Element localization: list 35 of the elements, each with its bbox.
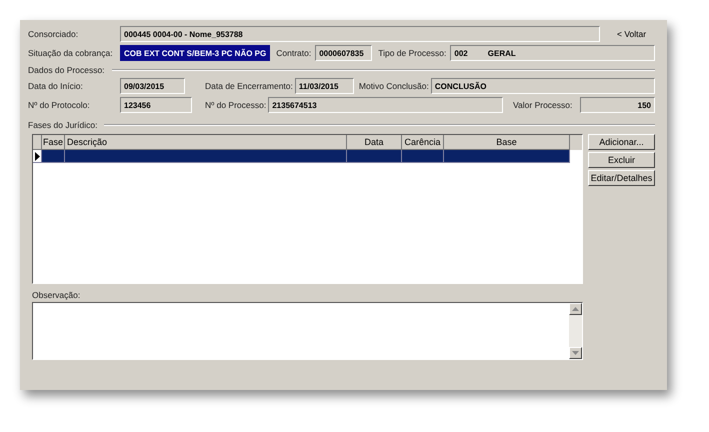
text-field[interactable]: COB EXT CONT S/BEM-3 PC NÃO PG — [120, 45, 270, 61]
data-grid[interactable]: Fase Descrição Data Carência Base — [32, 134, 583, 284]
scrollbar[interactable] — [569, 303, 582, 359]
section-label: Dados do Processo: — [28, 65, 106, 75]
field-label: Data do Início: — [28, 81, 84, 91]
field-label: Observação: — [32, 290, 82, 300]
text-field[interactable]: 002 GERAL — [450, 45, 655, 61]
text-field[interactable]: 09/03/2015 — [120, 78, 185, 94]
text-field[interactable]: CONCLUSÃO — [430, 78, 655, 94]
observation-field[interactable] — [32, 302, 583, 360]
process-code: 002 — [454, 49, 468, 58]
process-type: GERAL — [488, 49, 516, 58]
text-field[interactable]: 0000607835 — [315, 45, 372, 61]
row-pointer-icon — [34, 152, 40, 160]
field-label: Data de Encerramento: — [205, 81, 294, 91]
text-field[interactable]: 000445 0004-00 - Nome_953788 — [120, 26, 600, 42]
text-field[interactable]: 150 — [580, 97, 655, 113]
field-label: Tipo de Processo: — [378, 48, 448, 58]
scroll-down-icon[interactable] — [569, 347, 582, 359]
action-button[interactable]: Editar/Detalhes — [588, 170, 655, 186]
section-label: Fases do Jurídico: — [28, 120, 98, 130]
text-field[interactable]: 123456 — [120, 97, 192, 113]
field-label: Nº do Protocolo: — [28, 100, 91, 110]
field-label: Nº do Processo: — [205, 100, 268, 110]
text-field[interactable]: 2135674513 — [268, 97, 503, 113]
action-button[interactable]: Excluir — [588, 152, 655, 168]
back-link[interactable]: < Voltar — [617, 29, 646, 39]
field-label: Valor Processo: — [513, 100, 574, 110]
field-label: Contrato: — [276, 48, 312, 58]
field-label: Motivo Conclusão: — [358, 81, 430, 91]
field-label: Situação da cobrança: — [28, 48, 114, 58]
text-field[interactable]: 11/03/2015 — [294, 78, 354, 94]
action-button[interactable]: Adicionar... — [588, 134, 655, 150]
field-label: Consorciado: — [28, 29, 80, 39]
scroll-up-icon[interactable] — [569, 303, 582, 315]
